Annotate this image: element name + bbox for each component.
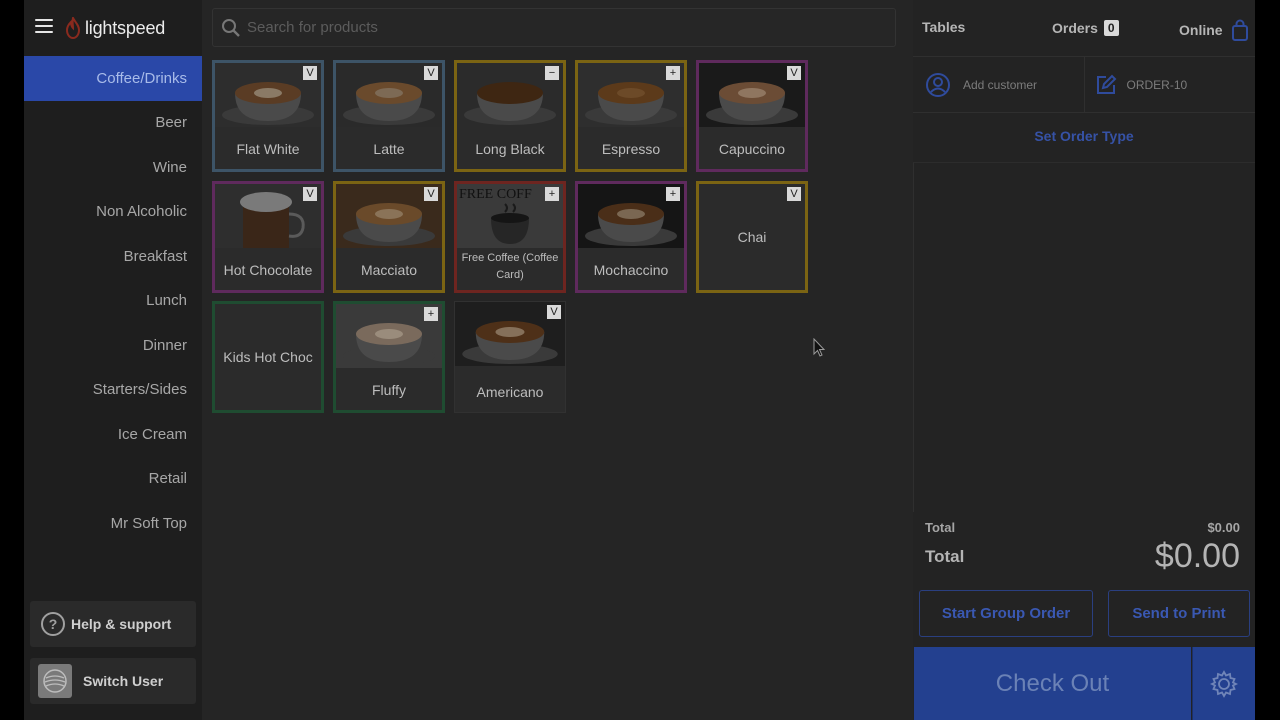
product-variant-badge: +	[424, 307, 438, 321]
search-icon	[222, 18, 240, 37]
order-note-button[interactable]: ORDER-10	[1085, 57, 1256, 112]
product-tile[interactable]: Espresso +	[575, 60, 687, 172]
product-variant-badge: V	[303, 187, 317, 201]
edit-icon	[1096, 74, 1116, 94]
tables-tab[interactable]: Tables	[922, 19, 965, 35]
category-item[interactable]: Ice Cream	[24, 412, 202, 457]
category-item[interactable]: Dinner	[24, 323, 202, 368]
product-name: Macciato	[360, 262, 418, 278]
category-item[interactable]: Coffee/Drinks	[24, 56, 202, 101]
product-tile[interactable]: Long Black −	[454, 60, 566, 172]
product-area: Flat White V Latte V Long Black − Espresso +	[202, 0, 913, 720]
lightspeed-logo: lightspeed	[65, 17, 165, 39]
product-image-caption: FREE COFF	[459, 187, 532, 202]
order-panel-header: Tables Orders 0 Online	[913, 0, 1255, 56]
category-item[interactable]: Beer	[24, 101, 202, 146]
product-variant-badge: +	[666, 66, 680, 80]
online-label: Online	[1179, 22, 1223, 38]
logo-text: lightspeed	[85, 17, 166, 38]
user-avatar-icon	[38, 664, 72, 698]
product-variant-badge: V	[787, 66, 801, 80]
product-tile[interactable]: Fluffy +	[333, 301, 445, 413]
switch-user-label: Switch User	[83, 673, 164, 689]
flame-icon	[65, 17, 81, 39]
order-id: ORDER-10	[1126, 77, 1188, 92]
send-to-print-button[interactable]: Send to Print	[1108, 590, 1250, 637]
screen-edge	[1255, 0, 1280, 720]
product-tile[interactable]: Mochaccino +	[575, 181, 687, 293]
product-variant-badge: V	[424, 66, 438, 80]
orders-label: Orders	[1052, 20, 1098, 36]
brand-bar: lightspeed	[24, 0, 202, 56]
product-tile[interactable]: Hot Chocolate V	[212, 181, 324, 293]
gear-icon	[1209, 669, 1239, 698]
checkout-button[interactable]: Check Out	[914, 647, 1191, 720]
product-tile[interactable]: Americano V	[454, 301, 566, 413]
total-value: $0.00	[1154, 537, 1240, 575]
category-item[interactable]: Non Alcoholic	[24, 190, 202, 235]
orders-count-badge: 0	[1103, 20, 1119, 36]
product-variant-badge: V	[547, 305, 561, 319]
product-variant-badge: V	[424, 187, 438, 201]
product-name: Hot Chocolate	[223, 262, 313, 278]
product-name: Long Black	[475, 141, 545, 157]
mouse-cursor-icon	[813, 338, 826, 357]
start-group-order-button[interactable]: Start Group Order	[919, 590, 1093, 637]
product-name: Flat White	[236, 141, 300, 157]
product-variant-badge: V	[787, 187, 801, 201]
category-item[interactable]: Breakfast	[24, 234, 202, 279]
switch-user-button[interactable]: Switch User	[30, 658, 196, 704]
product-name: Kids Hot Choc	[223, 349, 313, 365]
subtotal-label: Total	[925, 520, 956, 535]
subtotal-row: Total $0.00	[925, 520, 1240, 535]
help-icon: ?	[41, 612, 65, 636]
set-order-type-button[interactable]: Set Order Type	[913, 128, 1255, 144]
order-items-list	[913, 162, 1255, 512]
add-customer-button[interactable]: Add customer	[913, 57, 1085, 112]
subtotal-value: $0.00	[1207, 520, 1240, 535]
product-variant-badge: −	[545, 66, 559, 80]
menu-icon[interactable]	[35, 19, 53, 35]
orders-tab[interactable]: Orders 0	[1052, 20, 1119, 36]
category-sidebar: lightspeed Coffee/Drinks Beer Wine Non Alco…	[24, 0, 202, 720]
category-item[interactable]: Wine	[24, 145, 202, 190]
shopping-bag-icon	[1231, 19, 1248, 41]
product-tile[interactable]: Latte V	[333, 60, 445, 172]
search-bar	[212, 8, 896, 47]
product-name: Latte	[373, 141, 405, 157]
search-input[interactable]	[247, 19, 867, 36]
product-name: Fluffy	[372, 382, 406, 398]
product-name: Free Coffee (Coffee Card)	[461, 252, 559, 281]
add-customer-label: Add customer	[963, 77, 1038, 92]
settings-button[interactable]	[1192, 647, 1255, 720]
order-panel: Tables Orders 0 Online Add customer ORDE…	[913, 0, 1255, 720]
product-tile[interactable]: Macciato V	[333, 181, 445, 293]
product-tile[interactable]: Flat White V	[212, 60, 324, 172]
product-variant-badge: V	[303, 66, 317, 80]
total-row: Total $0.00	[925, 537, 1240, 576]
category-list: Coffee/Drinks Beer Wine Non Alcoholic Breakf…	[24, 56, 202, 546]
product-tile[interactable]: Chai V	[696, 181, 808, 293]
product-tile[interactable]: Kids Hot Choc	[212, 301, 324, 413]
total-label: Total	[925, 546, 965, 566]
help-support-label: Help & support	[71, 616, 172, 632]
category-item[interactable]: Retail	[24, 457, 202, 502]
product-variant-badge: +	[666, 187, 680, 201]
product-tile[interactable]: FREE COFF Free Coffee (Coffee Card) +	[454, 181, 566, 293]
category-item[interactable]: Starters/Sides	[24, 368, 202, 413]
product-name: Espresso	[601, 141, 661, 157]
customer-row: Add customer ORDER-10	[913, 56, 1255, 113]
help-support-button[interactable]: ? Help & support	[30, 601, 196, 647]
category-item[interactable]: Mr Soft Top	[24, 501, 202, 546]
user-icon	[926, 72, 950, 97]
online-tab[interactable]: Online	[1179, 19, 1249, 41]
product-name: Mochaccino	[593, 262, 669, 278]
product-name: Capuccino	[718, 141, 786, 157]
category-item[interactable]: Lunch	[24, 279, 202, 324]
product-variant-badge: +	[545, 187, 559, 201]
product-name: Americano	[476, 384, 544, 400]
product-tile[interactable]: Capuccino V	[696, 60, 808, 172]
